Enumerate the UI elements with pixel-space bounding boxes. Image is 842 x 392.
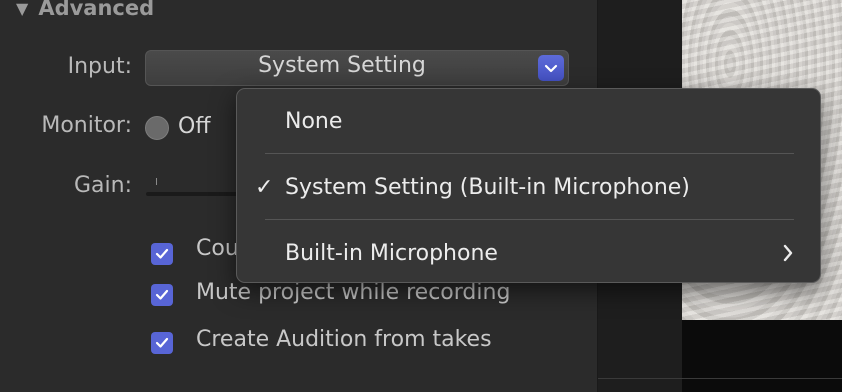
menu-separator [265, 153, 794, 154]
monitor-value: Off [178, 114, 211, 139]
input-popup-value: System Setting [258, 53, 426, 78]
monitor-radio[interactable] [145, 116, 169, 140]
viewer-footer [682, 320, 842, 392]
menu-separator [265, 219, 794, 220]
advanced-section-header[interactable]: ▼ Advanced [16, 0, 154, 20]
gain-slider-tick [156, 178, 157, 185]
disclosure-triangle-icon[interactable]: ▼ [16, 0, 28, 18]
input-label: Input: [67, 54, 132, 79]
menu-item-label: Built-in Microphone [285, 240, 498, 266]
timeline-divider [598, 378, 842, 379]
menu-item-built-in-microphone[interactable]: Built-in Microphone [237, 233, 820, 273]
menu-item-system-setting[interactable]: ✓ System Setting (Built-in Microphone) [237, 167, 820, 207]
create-audition-label: Create Audition from takes [196, 327, 492, 352]
menu-item-none[interactable]: None [237, 101, 820, 141]
input-popup-button[interactable]: System Setting [145, 50, 569, 86]
option-checkbox-1[interactable] [151, 243, 173, 265]
mute-project-checkbox[interactable] [151, 284, 173, 306]
section-title: Advanced [38, 0, 155, 20]
menu-item-label: System Setting (Built-in Microphone) [285, 174, 690, 200]
create-audition-checkbox[interactable] [151, 332, 173, 354]
gain-label: Gain: [74, 173, 132, 198]
checkmark-icon: ✓ [255, 174, 274, 200]
menu-item-label: None [285, 108, 343, 134]
mute-project-label: Mute project while recording [196, 280, 511, 305]
option-label-1: Cou [196, 236, 239, 261]
monitor-label: Monitor: [41, 113, 132, 138]
chevron-down-icon[interactable] [538, 55, 564, 81]
chevron-right-icon [782, 243, 794, 267]
input-dropdown-menu: None ✓ System Setting (Built-in Micropho… [236, 88, 821, 283]
